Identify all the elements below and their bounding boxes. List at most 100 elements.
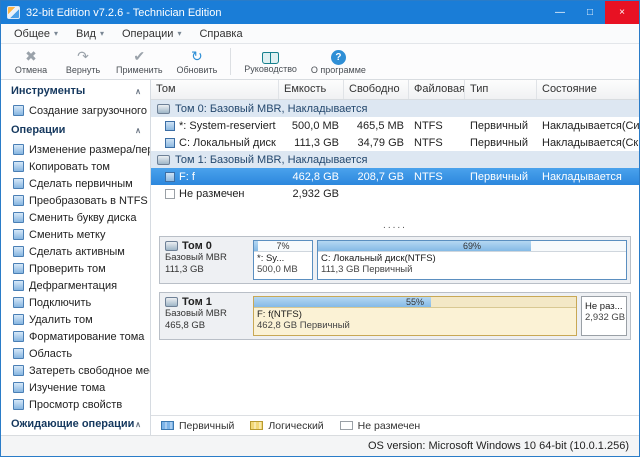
sidebar-section-tools[interactable]: Инструменты	[1, 80, 150, 102]
sidebar-item-resize[interactable]: Изменение размера/пере...	[1, 141, 150, 158]
filesystem-value: NTFS	[414, 136, 443, 149]
table-row-system-reserviert[interactable]: *: System-reserviert 500,0 MB 465,5 MB N…	[151, 117, 639, 134]
table-row-unallocated[interactable]: Не размечен 2,932 GB	[151, 185, 639, 202]
sidebar-section-operations[interactable]: Операции	[1, 119, 150, 141]
redo-button[interactable]: ↷ Вернуть	[57, 45, 109, 78]
sidebar-section-pending-operations[interactable]: Ожидающие операции	[1, 413, 150, 435]
about-button[interactable]: ? О программе	[304, 45, 373, 78]
sidebar-item-label: Создание загрузочного но...	[29, 104, 150, 117]
table-row-c-drive[interactable]: C: Локальный диск 111,3 GB 34,79 GB NTFS…	[151, 134, 639, 151]
segment-info: 111,3 GB Первичный	[321, 264, 413, 275]
column-header-volume[interactable]: Том	[151, 80, 279, 99]
segment-info: 2,932 GB	[585, 312, 626, 323]
attach-icon	[13, 297, 24, 308]
menu-label: Операции	[121, 27, 174, 40]
sidebar-item-make-primary[interactable]: Сделать первичным	[1, 175, 150, 192]
logical-swatch-icon	[250, 421, 264, 430]
sidebar-item-wipe-free-space[interactable]: Затереть свободное место	[1, 362, 150, 379]
legend-label: Логический	[268, 419, 324, 432]
segment-unallocated[interactable]: Не раз... 2,932 GB	[581, 296, 627, 336]
delete-icon	[13, 314, 24, 325]
usage-strip: 55%	[254, 297, 576, 308]
sidebar-item-label: Преобразовать в NTFS	[29, 194, 148, 207]
column-header-type[interactable]: Тип	[465, 80, 537, 99]
sidebar-item-label: Изучение тома	[29, 381, 106, 394]
sidebar-item-set-active[interactable]: Сделать активным	[1, 243, 150, 260]
sidebar: Инструменты Создание загрузочного но... …	[1, 80, 151, 435]
filesystem-value: NTFS	[414, 170, 443, 183]
collapse-chevron-icon	[135, 126, 141, 135]
apply-check-icon: ✔	[133, 48, 146, 64]
sidebar-item-label: Область	[29, 347, 73, 360]
legend-item-primary: Первичный	[161, 420, 234, 432]
partition-icon	[165, 171, 175, 182]
segment-name: *: Sy...	[257, 253, 285, 264]
menu-help[interactable]: Справка	[190, 26, 251, 42]
sidebar-item-delete-volume[interactable]: Удалить том	[1, 311, 150, 328]
sidebar-item-create-bootable[interactable]: Создание загрузочного но...	[1, 102, 150, 119]
volume-group-row[interactable]: Том 1: Базовый MBR, Накладывается	[151, 151, 639, 168]
sidebar-item-format-volume[interactable]: Форматирование тома	[1, 328, 150, 345]
sidebar-item-defragment[interactable]: Дефрагментация	[1, 277, 150, 294]
guide-button[interactable]: Руководство	[237, 45, 304, 78]
column-header-filesystem[interactable]: Файловая...	[409, 80, 465, 99]
menu-label: Общее	[14, 27, 51, 40]
refresh-button[interactable]: ↻ Обновить	[170, 45, 225, 78]
sidebar-item-area[interactable]: Область	[1, 345, 150, 362]
legend: Первичный Логический Не размечен	[151, 415, 639, 435]
undo-button[interactable]: ✖ Отмена	[5, 45, 57, 78]
check-volume-icon	[13, 263, 24, 274]
sidebar-item-change-label[interactable]: Сменить метку	[1, 226, 150, 243]
sidebar-item-attach[interactable]: Подключить	[1, 294, 150, 311]
button-label: Обновить	[176, 65, 218, 75]
minimize-button[interactable]: —	[545, 1, 575, 24]
segment-name: C: Локальный диск(NTFS)	[321, 253, 436, 264]
collapse-chevron-icon	[135, 87, 141, 96]
type-value: Первичный	[470, 170, 528, 183]
primary-swatch-icon	[161, 421, 174, 430]
sidebar-item-view-properties[interactable]: Просмотр свойств	[1, 396, 150, 413]
segment-f-drive-selected[interactable]: 55% F: f(NTFS) 462,8 GB Первичный	[253, 296, 577, 336]
apply-button[interactable]: ✔ Применить	[109, 45, 170, 78]
column-header-status[interactable]: Состояние	[537, 80, 639, 99]
volume-group-row[interactable]: Том 0: Базовый MBR, Накладывается	[151, 100, 639, 117]
sidebar-item-convert-ntfs[interactable]: Преобразовать в NTFS	[1, 192, 150, 209]
segment-system-reserviert[interactable]: 7% *: Sy... 500,0 MB	[253, 240, 313, 280]
button-label: Вернуть	[65, 65, 101, 75]
table-row-f-drive-selected[interactable]: F: f 462,8 GB 208,7 GB NTFS Первичный На…	[151, 168, 639, 185]
legend-item-unallocated: Не размечен	[339, 420, 420, 432]
menu-operations[interactable]: Операции	[113, 26, 190, 42]
segment-c-drive[interactable]: 69% C: Локальный диск(NTFS) 111,3 GB Пер…	[317, 240, 627, 280]
format-icon	[13, 331, 24, 342]
volume-name: Не размечен	[179, 187, 245, 200]
sidebar-item-explore-volume[interactable]: Изучение тома	[1, 379, 150, 396]
status-value: Накладывается(Систем...	[542, 119, 639, 132]
usage-percent: 69%	[462, 241, 481, 251]
group-label: Том 0: Базовый MBR, Накладывается	[175, 102, 368, 115]
drive-letter-icon	[13, 212, 24, 223]
sidebar-item-label: Сменить букву диска	[29, 211, 137, 224]
column-header-capacity[interactable]: Емкость	[279, 80, 344, 99]
main-panel: Том Емкость Свободно Файловая... Тип Сос…	[151, 80, 639, 435]
unallocated-icon	[165, 188, 175, 199]
splitter-handle[interactable]: .....	[151, 221, 639, 234]
refresh-icon: ↻	[191, 48, 203, 64]
close-button[interactable]: ×	[605, 1, 639, 24]
os-version-text: OS version: Microsoft Windows 10 64-bit …	[367, 440, 629, 452]
group-label: Том 1: Базовый MBR, Накладывается	[175, 153, 368, 166]
column-header-free[interactable]: Свободно	[344, 80, 409, 99]
legend-label: Первичный	[179, 419, 235, 432]
app-window: 32-bit Edition v7.2.6 - Technician Editi…	[0, 0, 640, 457]
capacity-value: 2,932 GB	[292, 187, 339, 200]
chevron-down-icon	[100, 29, 104, 38]
sidebar-item-check-volume[interactable]: Проверить том	[1, 260, 150, 277]
disk-type: Базовый MBR	[165, 252, 227, 263]
volume-label-icon	[13, 229, 24, 240]
sidebar-item-copy-volume[interactable]: Копировать том	[1, 158, 150, 175]
bootable-media-icon	[13, 105, 24, 116]
menu-general[interactable]: Общее	[5, 26, 67, 42]
free-value: 465,5 MB	[356, 119, 404, 132]
menu-view[interactable]: Вид	[67, 26, 113, 42]
maximize-button[interactable]: □	[575, 1, 605, 24]
sidebar-item-change-drive-letter[interactable]: Сменить букву диска	[1, 209, 150, 226]
